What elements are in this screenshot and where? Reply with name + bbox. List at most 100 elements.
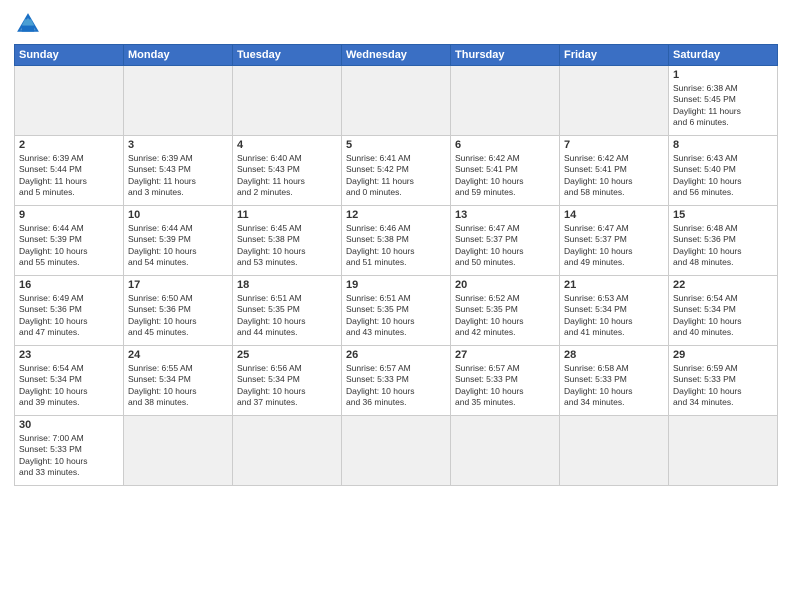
day-number: 14 — [564, 209, 664, 221]
day-number: 12 — [346, 209, 446, 221]
day-number: 8 — [673, 139, 773, 151]
day-info: Sunrise: 6:44 AM Sunset: 5:39 PM Dayligh… — [19, 223, 119, 269]
calendar: SundayMondayTuesdayWednesdayThursdayFrid… — [14, 44, 778, 486]
weekday-wednesday: Wednesday — [342, 45, 451, 66]
weekday-friday: Friday — [560, 45, 669, 66]
day-number: 10 — [128, 209, 228, 221]
day-number: 29 — [673, 349, 773, 361]
logo — [14, 10, 46, 38]
day-number: 5 — [346, 139, 446, 151]
weekday-sunday: Sunday — [15, 45, 124, 66]
day-number: 1 — [673, 69, 773, 81]
week-row: 2Sunrise: 6:39 AM Sunset: 5:44 PM Daylig… — [15, 136, 778, 206]
calendar-cell — [15, 66, 124, 136]
weekday-row: SundayMondayTuesdayWednesdayThursdayFrid… — [15, 45, 778, 66]
calendar-cell: 4 Sunrise: 6:40 AM Sunset: 5:43 PM Daylig… — [233, 136, 342, 206]
day-number: 9 — [19, 209, 119, 221]
day-info: Sunrise: 6:48 AM Sunset: 5:36 PM Dayligh… — [673, 223, 773, 269]
calendar-cell: 24Sunrise: 6:55 AM Sunset: 5:34 PM Dayli… — [124, 346, 233, 416]
calendar-cell — [233, 66, 342, 136]
calendar-header: SundayMondayTuesdayWednesdayThursdayFrid… — [15, 45, 778, 66]
weekday-saturday: Saturday — [669, 45, 778, 66]
day-number: 27 — [455, 349, 555, 361]
day-info: Sunrise: 6:52 AM Sunset: 5:35 PM Dayligh… — [455, 293, 555, 339]
day-number: 13 — [455, 209, 555, 221]
weekday-tuesday: Tuesday — [233, 45, 342, 66]
calendar-cell — [560, 416, 669, 486]
weekday-monday: Monday — [124, 45, 233, 66]
calendar-cell — [124, 416, 233, 486]
day-info: Sunrise: 6:45 AM Sunset: 5:38 PM Dayligh… — [237, 223, 337, 269]
day-number: 15 — [673, 209, 773, 221]
calendar-cell: 28Sunrise: 6:58 AM Sunset: 5:33 PM Dayli… — [560, 346, 669, 416]
week-row: 23 Sunrise: 6:54 AM Sunset: 5:34 PM Dayli… — [15, 346, 778, 416]
calendar-cell: 22 Sunrise: 6:54 AM Sunset: 5:34 PM Dayli… — [669, 276, 778, 346]
day-number: 11 — [237, 209, 337, 221]
day-info: Sunrise: 6:53 AM Sunset: 5:34 PM Dayligh… — [564, 293, 664, 339]
calendar-cell: 7Sunrise: 6:42 AM Sunset: 5:41 PM Daylig… — [560, 136, 669, 206]
calendar-cell: 29 Sunrise: 6:59 AM Sunset: 5:33 PM Dayli… — [669, 346, 778, 416]
day-number: 16 — [19, 279, 119, 291]
calendar-cell: 17 Sunrise: 6:50 AM Sunset: 5:36 PM Dayli… — [124, 276, 233, 346]
calendar-cell — [342, 66, 451, 136]
day-info: Sunrise: 6:47 AM Sunset: 5:37 PM Dayligh… — [564, 223, 664, 269]
calendar-cell: 19Sunrise: 6:51 AM Sunset: 5:35 PM Dayli… — [342, 276, 451, 346]
day-number: 19 — [346, 279, 446, 291]
calendar-cell — [233, 416, 342, 486]
calendar-cell — [560, 66, 669, 136]
day-info: Sunrise: 6:39 AM Sunset: 5:43 PM Dayligh… — [128, 153, 228, 199]
calendar-cell: 27Sunrise: 6:57 AM Sunset: 5:33 PM Dayli… — [451, 346, 560, 416]
day-number: 17 — [128, 279, 228, 291]
day-number: 30 — [19, 419, 119, 431]
calendar-cell: 15 Sunrise: 6:48 AM Sunset: 5:36 PM Dayli… — [669, 206, 778, 276]
logo-icon — [14, 10, 42, 38]
day-info: Sunrise: 6:40 AM Sunset: 5:43 PM Dayligh… — [237, 153, 337, 199]
day-info: Sunrise: 6:54 AM Sunset: 5:34 PM Dayligh… — [19, 363, 119, 409]
day-info: Sunrise: 6:46 AM Sunset: 5:38 PM Dayligh… — [346, 223, 446, 269]
calendar-cell: 11 Sunrise: 6:45 AM Sunset: 5:38 PM Dayli… — [233, 206, 342, 276]
calendar-cell — [451, 416, 560, 486]
day-info: Sunrise: 6:42 AM Sunset: 5:41 PM Dayligh… — [455, 153, 555, 199]
day-info: Sunrise: 6:43 AM Sunset: 5:40 PM Dayligh… — [673, 153, 773, 199]
page: SundayMondayTuesdayWednesdayThursdayFrid… — [0, 0, 792, 612]
day-info: Sunrise: 6:49 AM Sunset: 5:36 PM Dayligh… — [19, 293, 119, 339]
calendar-cell: 23 Sunrise: 6:54 AM Sunset: 5:34 PM Dayli… — [15, 346, 124, 416]
day-number: 7 — [564, 139, 664, 151]
calendar-cell: 9 Sunrise: 6:44 AM Sunset: 5:39 PM Daylig… — [15, 206, 124, 276]
calendar-cell: 18Sunrise: 6:51 AM Sunset: 5:35 PM Dayli… — [233, 276, 342, 346]
calendar-cell: 5Sunrise: 6:41 AM Sunset: 5:42 PM Daylig… — [342, 136, 451, 206]
day-number: 20 — [455, 279, 555, 291]
day-info: Sunrise: 6:59 AM Sunset: 5:33 PM Dayligh… — [673, 363, 773, 409]
calendar-cell: 10 Sunrise: 6:44 AM Sunset: 5:39 PM Dayli… — [124, 206, 233, 276]
day-number: 22 — [673, 279, 773, 291]
day-number: 26 — [346, 349, 446, 361]
calendar-cell: 21Sunrise: 6:53 AM Sunset: 5:34 PM Dayli… — [560, 276, 669, 346]
day-info: Sunrise: 6:44 AM Sunset: 5:39 PM Dayligh… — [128, 223, 228, 269]
day-number: 4 — [237, 139, 337, 151]
calendar-cell: 20 Sunrise: 6:52 AM Sunset: 5:35 PM Dayli… — [451, 276, 560, 346]
day-info: Sunrise: 6:39 AM Sunset: 5:44 PM Dayligh… — [19, 153, 119, 199]
day-info: Sunrise: 6:56 AM Sunset: 5:34 PM Dayligh… — [237, 363, 337, 409]
week-row: 9 Sunrise: 6:44 AM Sunset: 5:39 PM Daylig… — [15, 206, 778, 276]
day-info: Sunrise: 6:38 AM Sunset: 5:45 PM Dayligh… — [673, 83, 773, 129]
day-number: 24 — [128, 349, 228, 361]
day-info: Sunrise: 6:54 AM Sunset: 5:34 PM Dayligh… — [673, 293, 773, 339]
calendar-cell: 30 Sunrise: 7:00 AM Sunset: 5:33 PM Dayli… — [15, 416, 124, 486]
day-number: 28 — [564, 349, 664, 361]
calendar-cell: 2Sunrise: 6:39 AM Sunset: 5:44 PM Daylig… — [15, 136, 124, 206]
calendar-cell: 26 Sunrise: 6:57 AM Sunset: 5:33 PM Dayli… — [342, 346, 451, 416]
calendar-cell: 12 Sunrise: 6:46 AM Sunset: 5:38 PM Dayli… — [342, 206, 451, 276]
day-info: Sunrise: 7:00 AM Sunset: 5:33 PM Dayligh… — [19, 433, 119, 479]
day-number: 3 — [128, 139, 228, 151]
header — [14, 10, 778, 38]
calendar-cell — [669, 416, 778, 486]
calendar-cell — [342, 416, 451, 486]
week-row: 30 Sunrise: 7:00 AM Sunset: 5:33 PM Dayli… — [15, 416, 778, 486]
calendar-cell — [451, 66, 560, 136]
calendar-cell: 6 Sunrise: 6:42 AM Sunset: 5:41 PM Daylig… — [451, 136, 560, 206]
day-number: 6 — [455, 139, 555, 151]
calendar-body: 1 Sunrise: 6:38 AM Sunset: 5:45 PM Daylig… — [15, 66, 778, 486]
day-number: 23 — [19, 349, 119, 361]
day-info: Sunrise: 6:57 AM Sunset: 5:33 PM Dayligh… — [346, 363, 446, 409]
day-info: Sunrise: 6:50 AM Sunset: 5:36 PM Dayligh… — [128, 293, 228, 339]
